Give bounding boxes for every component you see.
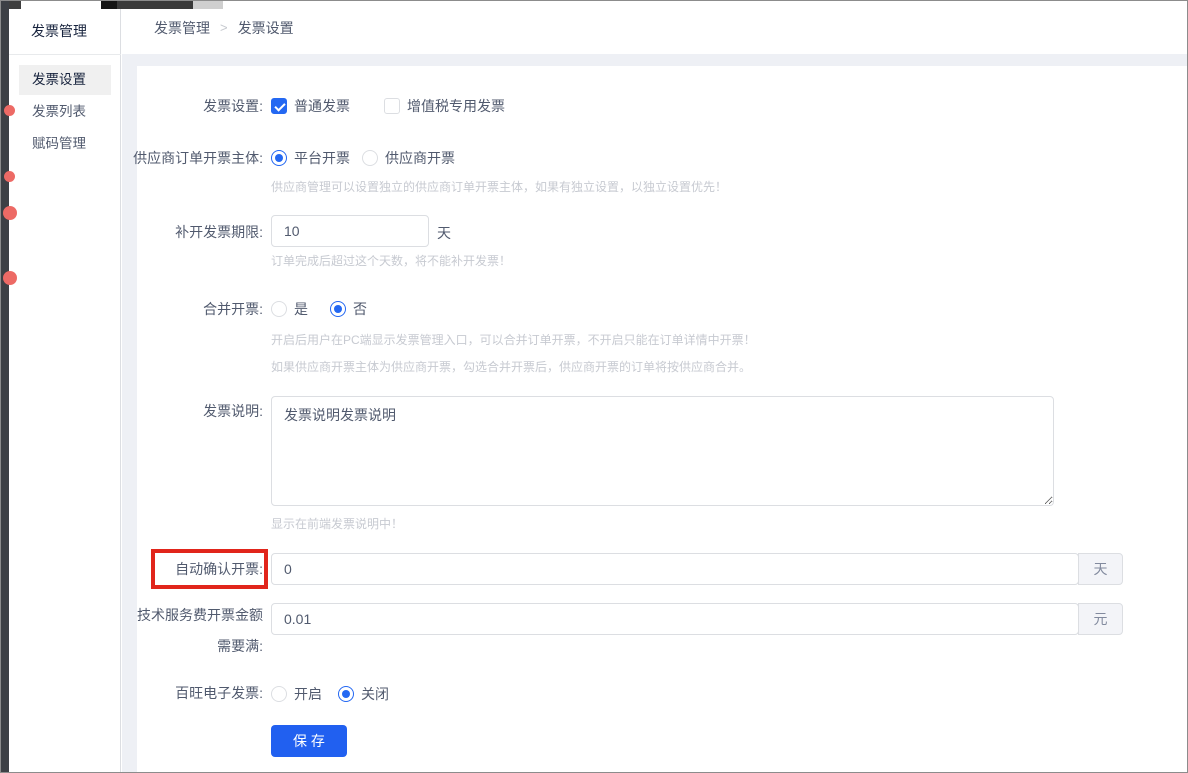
radio-baiwang-off[interactable]: 关闭	[338, 684, 389, 704]
notification-badge	[3, 206, 17, 220]
field-label-tech-fee-line1: 技术服务费开票金额	[1, 607, 263, 623]
breadcrumb: 发票管理 > 发票设置	[122, 1, 1188, 54]
unit-label-day: 天	[437, 223, 451, 243]
auto-confirm-input[interactable]	[271, 553, 1079, 585]
radio-merge-yes[interactable]: 是	[271, 299, 308, 319]
field-label-auto-confirm: 自动确认开票:	[1, 561, 263, 577]
checkbox-label: 增值税专用发票	[407, 96, 505, 116]
radio-supplier-invoicing[interactable]: 供应商开票	[362, 148, 455, 168]
checkbox-checked-icon	[271, 98, 287, 114]
field-label-tech-fee-line2: 需要满:	[1, 638, 263, 654]
radio-baiwang-on[interactable]: 开启	[271, 684, 322, 704]
sidebar-title: 发票管理	[31, 21, 87, 41]
clipped-top-fragment	[193, 1, 223, 9]
radio-unselected-icon	[271, 301, 287, 317]
checkbox-unchecked-icon	[384, 98, 400, 114]
help-text-reissue-period: 订单完成后超过这个天数，将不能补开发票！	[271, 252, 511, 269]
checkbox-vat-special-invoice[interactable]: 增值税专用发票	[384, 96, 505, 116]
unit-append-day: 天	[1078, 553, 1123, 585]
radio-unselected-icon	[362, 150, 378, 166]
clipped-top-fragment	[9, 1, 21, 9]
radio-selected-icon	[338, 686, 354, 702]
radio-selected-icon	[271, 150, 287, 166]
breadcrumb-item-invoice-management[interactable]: 发票管理	[154, 18, 210, 38]
invoice-settings-page: 发票管理 发票设置 发票列表 赋码管理 发票管理 > 发票设置 发票设置: 普通…	[0, 0, 1188, 773]
clipped-top-fragment	[101, 1, 117, 9]
notification-badge	[3, 271, 17, 285]
invoice-setting-options: 普通发票 增值税专用发票	[271, 96, 505, 116]
radio-label: 平台开票	[294, 148, 350, 168]
divider-band	[122, 54, 1188, 66]
clipped-top-fragment	[117, 1, 193, 9]
sidebar: 发票管理 发票设置 发票列表 赋码管理	[9, 1, 121, 772]
merge-invoice-options: 是 否	[271, 299, 367, 319]
radio-merge-no[interactable]: 否	[330, 299, 367, 319]
notification-badge	[4, 171, 15, 182]
field-label-baiwang: 百旺电子发票:	[1, 685, 263, 701]
help-text-merge-invoice-2: 如果供应商开票主体为供应商开票，勾选合并开票后，供应商开票的订单将按供应商合并。	[271, 358, 751, 375]
radio-selected-icon	[330, 301, 346, 317]
supplier-subject-options: 平台开票 供应商开票	[271, 148, 455, 168]
left-edge-strip	[1, 1, 9, 772]
invoice-note-textarea[interactable]: 发票说明发票说明	[271, 396, 1054, 506]
field-label-supplier-subject: 供应商订单开票主体:	[1, 150, 263, 166]
field-label-reissue-period: 补开发票期限:	[1, 224, 263, 240]
radio-label: 是	[294, 299, 308, 319]
field-label-invoice-setting: 发票设置:	[1, 98, 263, 114]
radio-platform-invoicing[interactable]: 平台开票	[271, 148, 350, 168]
breadcrumb-separator-icon: >	[220, 20, 228, 35]
help-text-invoice-note: 显示在前端发票说明中！	[271, 515, 403, 532]
checkbox-common-invoice[interactable]: 普通发票	[271, 96, 350, 116]
radio-label: 开启	[294, 684, 322, 704]
radio-unselected-icon	[271, 686, 287, 702]
reissue-period-input[interactable]	[271, 215, 429, 247]
breadcrumb-item-invoice-settings: 发票设置	[238, 18, 294, 38]
radio-label: 供应商开票	[385, 148, 455, 168]
sidebar-divider	[9, 54, 121, 55]
help-text-supplier-subject: 供应商管理可以设置独立的供应商订单开票主体，如果有独立设置，以独立设置优先！	[271, 178, 727, 195]
tech-fee-input[interactable]	[271, 603, 1079, 635]
sidebar-item-invoice-settings[interactable]: 发票设置	[19, 65, 111, 95]
field-label-invoice-note: 发票说明:	[1, 403, 263, 419]
radio-label: 否	[353, 299, 367, 319]
field-label-merge-invoice: 合并开票:	[1, 301, 263, 317]
help-text-merge-invoice-1: 开启后用户在PC端显示发票管理入口，可以合并订单开票，不开启只能在订单详情中开票…	[271, 331, 756, 348]
baiwang-options: 开启 关闭	[271, 684, 389, 704]
checkbox-label: 普通发票	[294, 96, 350, 116]
save-button[interactable]: 保 存	[271, 725, 347, 757]
radio-label: 关闭	[361, 684, 389, 704]
unit-append-yuan: 元	[1078, 603, 1123, 635]
notification-badge	[4, 105, 15, 116]
